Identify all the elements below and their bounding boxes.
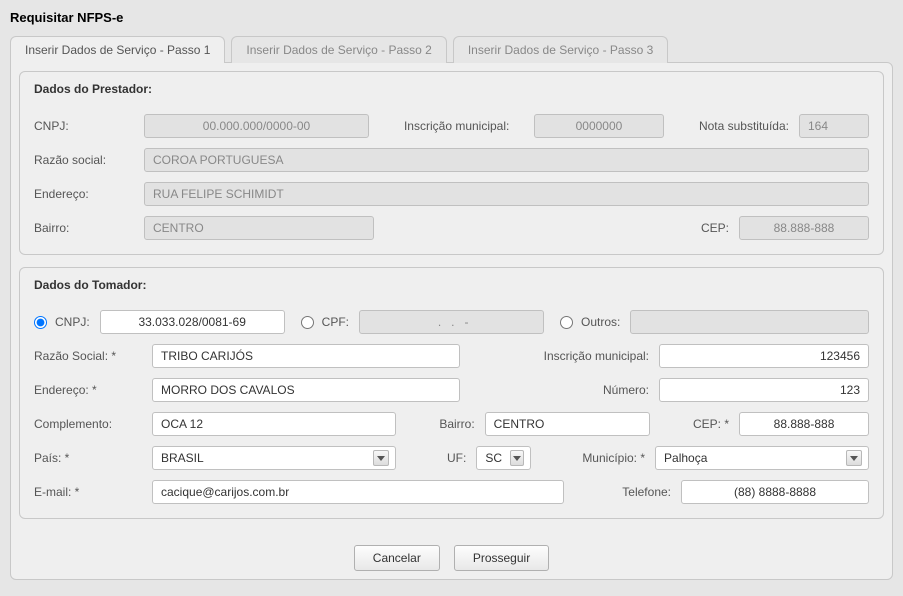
tomador-complemento-input[interactable] [152,412,396,436]
radio-cpf[interactable]: CPF: [301,315,349,329]
proceed-button[interactable]: Prosseguir [454,545,549,571]
label-tomador-uf: UF: [447,451,466,465]
label-tomador-email: E-mail: * [34,485,142,499]
label-prestador-cnpj: CNPJ: [34,119,134,133]
chevron-down-icon [510,450,524,466]
tomador-cep-input[interactable] [739,412,869,436]
tomador-pais-select[interactable]: BRASIL [152,446,396,470]
tomador-municipio-select[interactable]: Palhoça [655,446,869,470]
label-prestador-razao: Razão social: [34,153,134,167]
tabs-bar: Inserir Dados de Serviço - Passo 1 Inser… [10,35,893,62]
legend-prestador: Dados do Prestador: [34,82,869,104]
chevron-down-icon [846,450,862,466]
cancel-button[interactable]: Cancelar [354,545,440,571]
tomador-municipio-value: Palhoça [664,451,707,465]
label-tomador-endereco: Endereço: * [34,383,142,397]
prestador-cnpj-input [144,114,369,138]
tomador-bairro-input[interactable] [485,412,650,436]
radio-cpf-label: CPF: [322,315,349,329]
tomador-cnpj-input[interactable] [100,310,285,334]
fieldset-tomador: Dados do Tomador: CNPJ: CPF: Outros: [19,267,884,519]
prestador-bairro-input [144,216,374,240]
tab-passo-3[interactable]: Inserir Dados de Serviço - Passo 3 [453,36,668,63]
label-prestador-cep: CEP: [701,221,729,235]
tab-passo-1[interactable]: Inserir Dados de Serviço - Passo 1 [10,36,225,63]
tab-passo-2[interactable]: Inserir Dados de Serviço - Passo 2 [231,36,446,63]
prestador-razao-input [144,148,869,172]
tomador-endereco-input[interactable] [152,378,460,402]
fieldset-prestador: Dados do Prestador: CNPJ: Inscrição muni… [19,71,884,255]
prestador-nota-input [799,114,869,138]
label-tomador-cep: CEP: * [693,417,729,431]
radio-cnpj[interactable]: CNPJ: [34,315,90,329]
radio-cpf-input[interactable] [301,316,314,329]
prestador-cep-input [739,216,869,240]
chevron-down-icon [373,450,389,466]
tab-panel-1: Dados do Prestador: CNPJ: Inscrição muni… [10,62,893,580]
radio-outros[interactable]: Outros: [560,315,620,329]
label-tomador-complemento: Complemento: [34,417,142,431]
label-tomador-municipio: Município: * [582,451,645,465]
tomador-numero-input[interactable] [659,378,869,402]
tomador-uf-value: SC [485,451,502,465]
label-prestador-insc: Inscrição municipal: [404,119,524,133]
tomador-email-input[interactable] [152,480,564,504]
tomador-razao-input[interactable] [152,344,460,368]
label-tomador-razao: Razão Social: * [34,349,142,363]
label-tomador-telefone: Telefone: [622,485,671,499]
label-tomador-insc: Inscrição municipal: [544,349,649,363]
page-container: Requisitar NFPS-e Inserir Dados de Servi… [0,0,903,596]
prestador-endereco-input [144,182,869,206]
legend-tomador: Dados do Tomador: [34,278,869,300]
label-prestador-nota: Nota substituída: [699,119,789,133]
tomador-insc-input[interactable] [659,344,869,368]
page-title: Requisitar NFPS-e [10,4,893,35]
label-prestador-endereco: Endereço: [34,187,134,201]
prestador-insc-input [534,114,664,138]
tomador-pais-value: BRASIL [161,451,204,465]
label-tomador-pais: País: * [34,451,142,465]
radio-outros-input[interactable] [560,316,573,329]
tomador-uf-select[interactable]: SC [476,446,531,470]
actions-bar: Cancelar Prosseguir [19,531,884,571]
radio-outros-label: Outros: [581,315,620,329]
radio-cnpj-label: CNPJ: [55,315,90,329]
label-tomador-bairro: Bairro: [439,417,474,431]
tomador-cpf-input [359,310,544,334]
tomador-outros-input [630,310,869,334]
label-prestador-bairro: Bairro: [34,221,134,235]
label-tomador-numero: Número: [603,383,649,397]
tomador-telefone-input[interactable] [681,480,869,504]
radio-cnpj-input[interactable] [34,316,47,329]
